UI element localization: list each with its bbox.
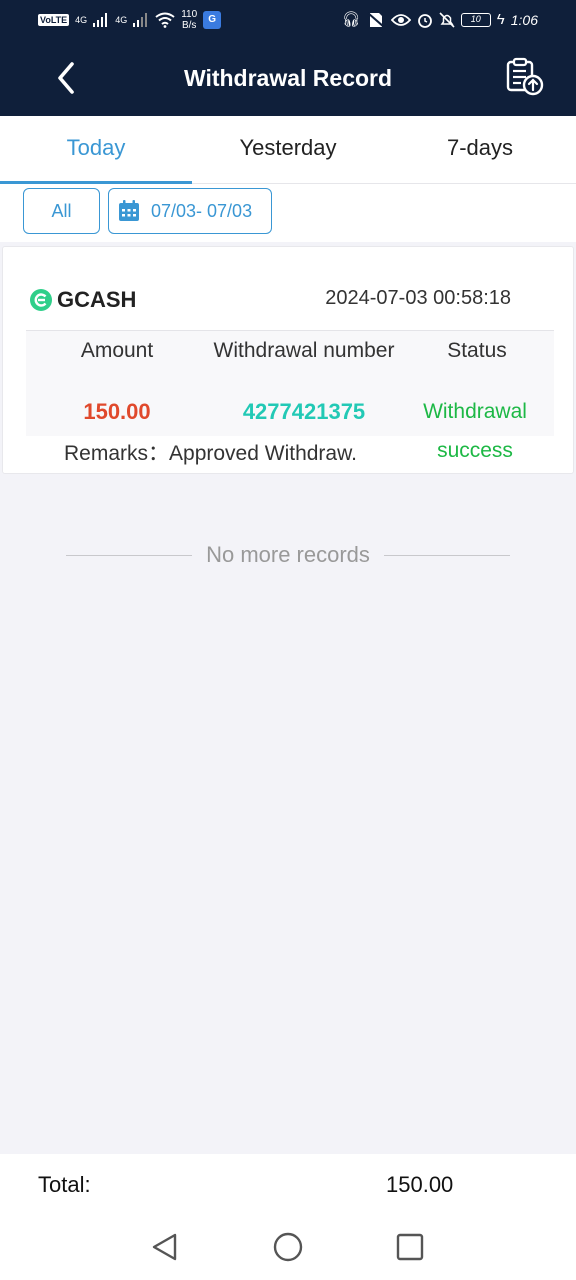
eye-icon bbox=[390, 14, 411, 26]
headphones-icon: 🎧︎ bbox=[341, 11, 361, 28]
network-type-1: 4G bbox=[75, 14, 88, 25]
filter-bar: All 07/03- 07/03 bbox=[0, 184, 576, 242]
remarks-label: Remarks： bbox=[64, 442, 170, 465]
network-type-2: 4G bbox=[115, 14, 128, 25]
status-bar-left: VoLTE 4G 4G 110 B/s G bbox=[38, 9, 222, 31]
withdrawal-number-header: Withdrawal number bbox=[213, 339, 395, 362]
wifi-icon bbox=[155, 12, 175, 28]
triangle-back-icon bbox=[152, 1233, 177, 1261]
total-value: 150.00 bbox=[386, 1172, 454, 1197]
status-bar-right: 🎧︎ 10 ϟ 1:06 bbox=[341, 11, 538, 29]
amount-header: Amount bbox=[80, 339, 154, 362]
remarks-value: Approved Withdraw. bbox=[169, 442, 357, 465]
page-title: Withdrawal Record bbox=[183, 65, 393, 91]
charging-icon: ϟ bbox=[496, 11, 505, 28]
total-bar: Total: 150.00 bbox=[0, 1154, 576, 1214]
record-datetime: 2024-07-03 00:58:18 bbox=[325, 287, 511, 309]
battery-indicator: 10 bbox=[460, 13, 491, 27]
alarm-icon bbox=[417, 14, 432, 28]
mute-bell-icon bbox=[439, 12, 455, 28]
nav-home-button[interactable] bbox=[271, 1230, 305, 1264]
signal-icon bbox=[93, 13, 108, 27]
amount-value: 150.00 bbox=[83, 399, 151, 424]
no-sim-icon bbox=[367, 12, 385, 28]
square-recents-icon bbox=[396, 1233, 424, 1261]
total-label: Total: bbox=[38, 1172, 91, 1197]
network-speed-unit: B/s bbox=[181, 20, 197, 31]
no-more-records-text: No more records bbox=[206, 542, 370, 567]
end-of-list: No more records bbox=[66, 540, 510, 570]
divider-right bbox=[383, 554, 510, 556]
signal-icon bbox=[133, 13, 148, 27]
withdrawal-number-value: 4277421375 bbox=[242, 399, 366, 424]
app-header: Withdrawal Record bbox=[0, 40, 576, 116]
network-speed-value: 110 bbox=[181, 9, 198, 20]
remarks: Remarks：Approved Withdraw. bbox=[64, 437, 357, 467]
date-tabs: Today Yesterday 7-days bbox=[0, 116, 576, 184]
chevron-left-icon bbox=[58, 62, 74, 94]
clipboard-upload-icon bbox=[506, 57, 544, 96]
tab-today[interactable]: Today bbox=[0, 116, 192, 184]
volte-badge: VoLTE bbox=[38, 14, 70, 26]
status-value-line1: Withdrawal bbox=[423, 400, 527, 423]
status-header: Status bbox=[447, 339, 507, 362]
tab-yesterday[interactable]: Yesterday bbox=[192, 116, 384, 183]
back-button[interactable] bbox=[50, 58, 84, 98]
upload-record-button[interactable] bbox=[504, 56, 546, 98]
date-range-label: 07/03- 07/03 bbox=[151, 200, 253, 221]
calendar-icon bbox=[119, 200, 139, 221]
nav-back-button[interactable] bbox=[148, 1230, 182, 1264]
divider-left bbox=[66, 554, 193, 556]
date-range-button[interactable]: 07/03- 07/03 bbox=[108, 188, 272, 234]
network-speed: 110 B/s bbox=[181, 9, 197, 31]
gcash-logo-icon bbox=[30, 289, 52, 311]
type-filter-button[interactable]: All bbox=[23, 188, 100, 234]
status-bar: VoLTE 4G 4G 110 B/s G 🎧︎ 10 ϟ 1:06 bbox=[0, 0, 576, 40]
system-navigation-bar bbox=[0, 1214, 576, 1280]
provider: GCASH bbox=[29, 287, 136, 313]
status-value-line2: success bbox=[437, 439, 513, 462]
withdrawal-record-card[interactable]: GCASH 2024-07-03 00:58:18 Amount Withdra… bbox=[2, 246, 574, 474]
provider-name: GCASH bbox=[57, 287, 137, 312]
nav-recents-button[interactable] bbox=[393, 1230, 427, 1264]
notification-app-icon: G bbox=[203, 11, 222, 29]
tab-7-days[interactable]: 7-days bbox=[384, 116, 576, 183]
circle-home-icon bbox=[273, 1232, 303, 1262]
clock: 1:06 bbox=[510, 12, 538, 28]
